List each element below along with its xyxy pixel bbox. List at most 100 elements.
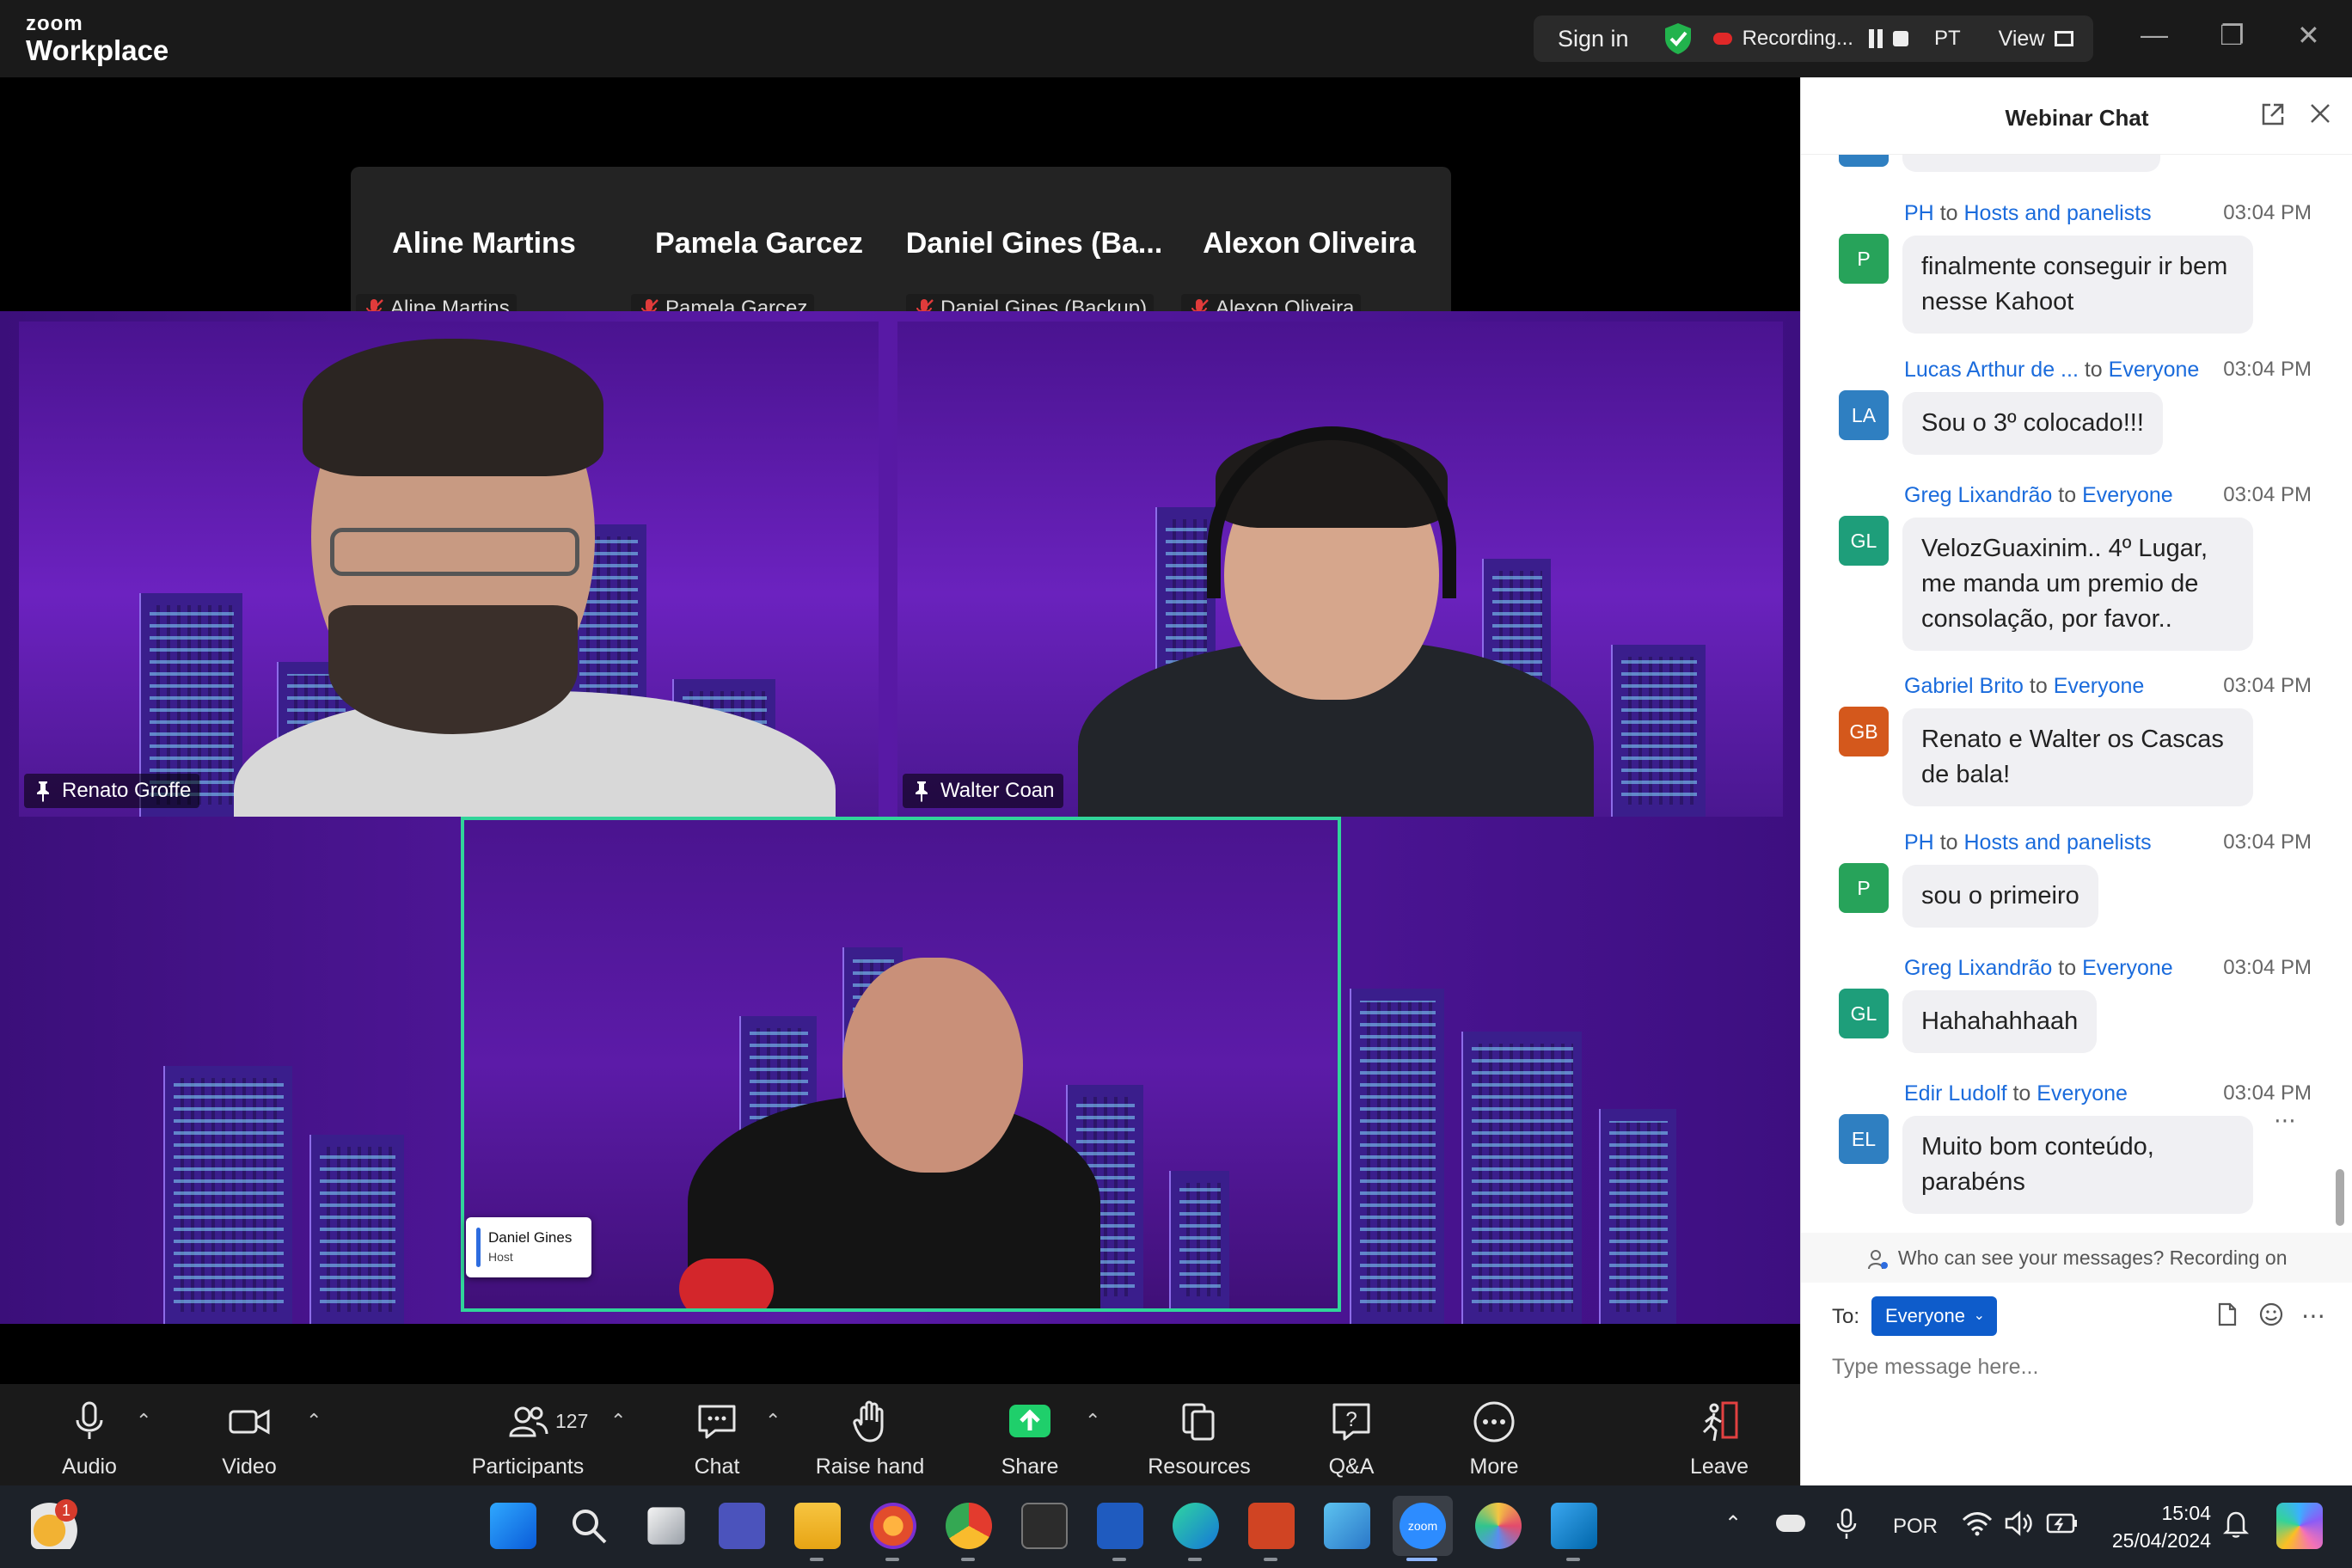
sender-name[interactable]: PH (1904, 830, 1934, 854)
running-indicator (961, 1558, 975, 1561)
file-icon[interactable] (2214, 1302, 2239, 1327)
city-building (1169, 1171, 1229, 1308)
video-tile-walter[interactable]: Walter Coan (897, 322, 1783, 817)
task-view-icon[interactable] (647, 1507, 685, 1545)
recipient-name[interactable]: Hosts and panelists (1964, 830, 2152, 854)
edge-icon[interactable] (1173, 1503, 1219, 1549)
tray-overflow-chevron-icon[interactable]: ⌃ (1724, 1511, 1742, 1536)
recipient-name[interactable]: Everyone (2082, 956, 2173, 980)
message-more-options-icon[interactable]: ⋯ (2274, 1107, 2296, 1134)
share-screen-icon (1009, 1405, 1050, 1437)
share-options-chevron-icon[interactable]: ⌃ (1085, 1410, 1100, 1432)
recipient-name[interactable]: Everyone (2037, 1081, 2128, 1106)
emoji-icon[interactable] (2258, 1302, 2284, 1327)
chat-more-options-icon[interactable]: ⋯ (2301, 1302, 2325, 1330)
weather-badge: 1 (55, 1499, 77, 1522)
shield-check-icon[interactable] (1663, 22, 1693, 55)
recipient-name[interactable]: Everyone (2054, 674, 2145, 698)
video-button[interactable]: Video (215, 1384, 284, 1485)
chat-privacy-notice[interactable]: Who can see your messages? Recording on (1801, 1233, 2352, 1283)
stop-recording-icon[interactable] (1892, 31, 1908, 46)
chrome-icon[interactable] (946, 1503, 992, 1549)
firefox-icon[interactable] (870, 1503, 916, 1549)
recording-status: Recording... (1742, 27, 1853, 50)
title-bar: zoom Workplace Sign in Recording... PT V… (0, 0, 2352, 77)
participants-options-chevron-icon[interactable]: ⌃ (610, 1410, 626, 1432)
vscode-icon[interactable] (1551, 1503, 1597, 1549)
message-input[interactable] (1832, 1350, 2322, 1384)
person-beard (328, 605, 578, 734)
running-indicator (1188, 1558, 1202, 1561)
chat-button[interactable]: Chat (683, 1384, 751, 1485)
panelist-tile[interactable]: Pamela Garcez Pamela Garcez (626, 167, 892, 323)
sender-name[interactable]: PH (1904, 201, 1934, 225)
battery-icon[interactable] (2046, 1511, 2079, 1535)
copilot-icon[interactable] (2276, 1503, 2323, 1549)
chat-privacy-text: Who can see your messages? Recording on (1897, 1246, 2288, 1269)
audio-button[interactable]: Audio (55, 1384, 124, 1485)
participants-label: Participants (471, 1455, 585, 1479)
restore-icon[interactable]: ❐ (2220, 19, 2245, 52)
recipient-name[interactable]: Everyone (2109, 358, 2200, 382)
paint-icon[interactable] (1475, 1503, 1522, 1549)
audio-options-chevron-icon[interactable]: ⌃ (136, 1410, 151, 1432)
to-word: to (2084, 358, 2103, 382)
message-bubble: VelozGuaxinim.. 4º Lugar, me manda um pr… (1902, 518, 2253, 651)
running-indicator (885, 1558, 899, 1561)
input-language[interactable]: POR (1893, 1515, 1938, 1539)
terminal-icon[interactable] (1021, 1503, 1068, 1549)
volume-icon[interactable] (2003, 1510, 2036, 1537)
chat-options-chevron-icon[interactable]: ⌃ (765, 1410, 781, 1432)
close-window-icon[interactable]: ✕ (2297, 19, 2320, 52)
notification-bell-icon[interactable] (2223, 1510, 2249, 1539)
video-tile-daniel-active-speaker[interactable] (461, 817, 1341, 1312)
panelist-tile[interactable]: Alexon Oliveira Alexon Oliveira (1176, 167, 1442, 323)
microphone-icon (76, 1401, 103, 1439)
sign-in-button[interactable]: Sign in (1558, 26, 1629, 52)
system-clock[interactable]: 15:04 25/04/2024 (2087, 1499, 2211, 1554)
teams-icon[interactable] (719, 1503, 765, 1549)
close-chat-icon[interactable] (2308, 101, 2332, 126)
word-icon[interactable] (1097, 1503, 1143, 1549)
powerpoint-icon[interactable] (1248, 1503, 1295, 1549)
video-options-chevron-icon[interactable]: ⌃ (306, 1410, 322, 1432)
leave-button[interactable]: Leave (1685, 1384, 1754, 1485)
sender-name[interactable]: Lucas Arthur de ... (1904, 358, 2079, 382)
panelist-tile[interactable]: Daniel Gines (Ba... Daniel Gines (Backup… (901, 167, 1167, 323)
share-button[interactable]: Share (995, 1384, 1064, 1485)
view-button[interactable]: View (1999, 27, 2045, 52)
participants-button[interactable]: Participants (462, 1384, 593, 1485)
panelist-tile[interactable]: Aline Martins Aline Martins (351, 167, 617, 323)
search-icon[interactable] (566, 1503, 612, 1549)
minimize-icon[interactable]: — (2141, 19, 2168, 51)
language-interpretation-button[interactable]: PT (1934, 27, 1961, 51)
recipient-name[interactable]: Everyone (2082, 483, 2173, 507)
sender-name[interactable]: Greg Lixandrão (1904, 956, 2052, 980)
video-tile-renato[interactable]: Renato Groffe (19, 322, 879, 817)
message-meta: Greg Lixandrão to Everyone (1904, 956, 2173, 981)
pin-icon (37, 781, 49, 802)
wifi-icon[interactable] (1962, 1510, 1993, 1537)
recipient-name[interactable]: Hosts and panelists (1964, 201, 2152, 225)
more-button[interactable]: More (1460, 1384, 1528, 1485)
meeting-controls-pill: Sign in Recording... PT View (1534, 15, 2093, 62)
sender-name[interactable]: Gabriel Brito (1904, 674, 2024, 698)
sender-name[interactable]: Greg Lixandrão (1904, 483, 2052, 507)
windows-start-icon[interactable] (490, 1503, 536, 1549)
qa-button[interactable]: ? Q&A (1317, 1384, 1386, 1485)
pop-out-icon[interactable] (2260, 101, 2286, 127)
raise-hand-button[interactable]: Raise hand (812, 1384, 928, 1485)
running-indicator (1112, 1558, 1126, 1561)
previous-avatar (1839, 155, 1889, 167)
recipient-dropdown[interactable]: Everyone ⌄ (1871, 1296, 1997, 1336)
sender-name[interactable]: Edir Ludolf (1904, 1081, 2007, 1106)
microphone-tray-icon[interactable] (1834, 1508, 1859, 1540)
file-explorer-icon[interactable] (794, 1503, 841, 1549)
message-meta: Lucas Arthur de ... to Everyone (1904, 358, 2199, 383)
view-grid-icon[interactable] (2055, 31, 2074, 46)
resources-button[interactable]: Resources (1147, 1384, 1252, 1485)
chat-scrollbar[interactable] (2336, 1169, 2344, 1226)
pause-recording-icon[interactable] (1868, 29, 1883, 48)
onedrive-cloud-icon[interactable] (1776, 1515, 1805, 1532)
azure-data-studio-icon[interactable] (1324, 1503, 1370, 1549)
